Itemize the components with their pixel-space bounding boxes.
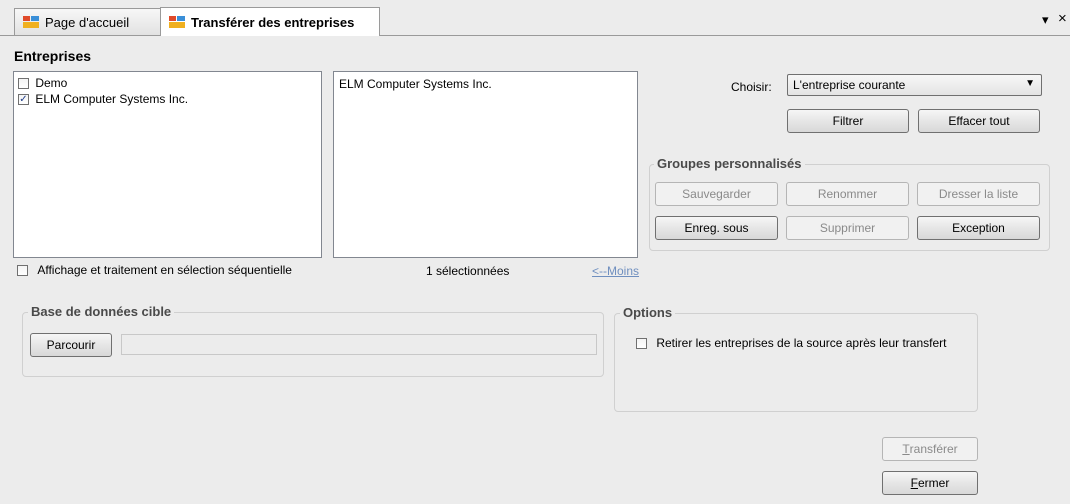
browse-button[interactable]: Parcourir: [30, 333, 112, 357]
list-item-label: ELM Computer Systems Inc.: [35, 92, 189, 106]
list-item[interactable]: Demo: [18, 76, 67, 90]
tab-label: Transférer des entreprises: [191, 14, 355, 30]
transfer-button[interactable]: Transférer: [882, 437, 978, 461]
remove-source-label: Retirer les entreprises de la source apr…: [656, 336, 947, 350]
close-label: ermer: [918, 476, 950, 490]
save-as-button[interactable]: Enreg. sous: [655, 216, 778, 240]
rename-group-button[interactable]: Renommer: [786, 182, 909, 206]
options-box: [614, 313, 978, 412]
close-mnemonic: F: [910, 476, 918, 490]
entreprises-title: Entreprises: [14, 48, 92, 64]
clear-all-button[interactable]: Effacer tout: [918, 109, 1040, 133]
choose-select-value: L'entreprise courante: [793, 78, 906, 92]
close-button[interactable]: Fermer: [882, 471, 978, 495]
sequential-label: Affichage et traitement en sélection séq…: [37, 263, 292, 277]
close-tab-icon[interactable]: ×: [1058, 10, 1067, 27]
choose-label: Choisir:: [731, 80, 772, 94]
filter-button[interactable]: Filtrer: [787, 109, 909, 133]
transfer-label: ransférer: [909, 442, 958, 456]
choose-select[interactable]: L'entreprise courante ▼: [787, 74, 1042, 96]
sequential-option[interactable]: Affichage et traitement en sélection séq…: [17, 263, 292, 277]
checkbox[interactable]: [17, 265, 28, 277]
selected-companies-list[interactable]: ELM Computer Systems Inc.: [333, 71, 638, 258]
target-path-field[interactable]: [121, 334, 597, 355]
checkbox[interactable]: [636, 338, 647, 350]
checkbox[interactable]: [18, 78, 29, 90]
exception-button[interactable]: Exception: [917, 216, 1040, 240]
options-title: Options: [620, 305, 676, 320]
save-group-button[interactable]: Sauvegarder: [655, 182, 778, 206]
list-item-label: Demo: [35, 76, 68, 90]
tab-transferer-entreprises[interactable]: Transférer des entreprises: [160, 7, 380, 36]
delete-group-button[interactable]: Supprimer: [786, 216, 909, 240]
tab-page-accueil[interactable]: Page d'accueil: [14, 8, 162, 35]
list-item[interactable]: ELM Computer Systems Inc.: [339, 77, 492, 91]
tab-label: Page d'accueil: [45, 14, 130, 30]
selected-count: 1 sélectionnées: [426, 264, 510, 278]
app-window-icon: [169, 16, 185, 28]
list-group-button[interactable]: Dresser la liste: [917, 182, 1040, 206]
company-checklist[interactable]: Demo ✓ ELM Computer Systems Inc.: [13, 71, 322, 258]
transfer-mnemonic: T: [902, 442, 910, 456]
tab-menu-chevron-icon[interactable]: ▾: [1042, 12, 1049, 28]
less-link[interactable]: <--Moins: [592, 264, 639, 278]
app-window-icon: [23, 16, 39, 28]
checkbox[interactable]: ✓: [18, 94, 29, 106]
remove-source-option[interactable]: Retirer les entreprises de la source apr…: [636, 336, 946, 350]
custom-groups-title: Groupes personnalisés: [654, 156, 805, 171]
list-item[interactable]: ✓ ELM Computer Systems Inc.: [18, 92, 188, 106]
chevron-down-icon: ▼: [1025, 78, 1035, 89]
target-db-title: Base de données cible: [28, 304, 175, 319]
